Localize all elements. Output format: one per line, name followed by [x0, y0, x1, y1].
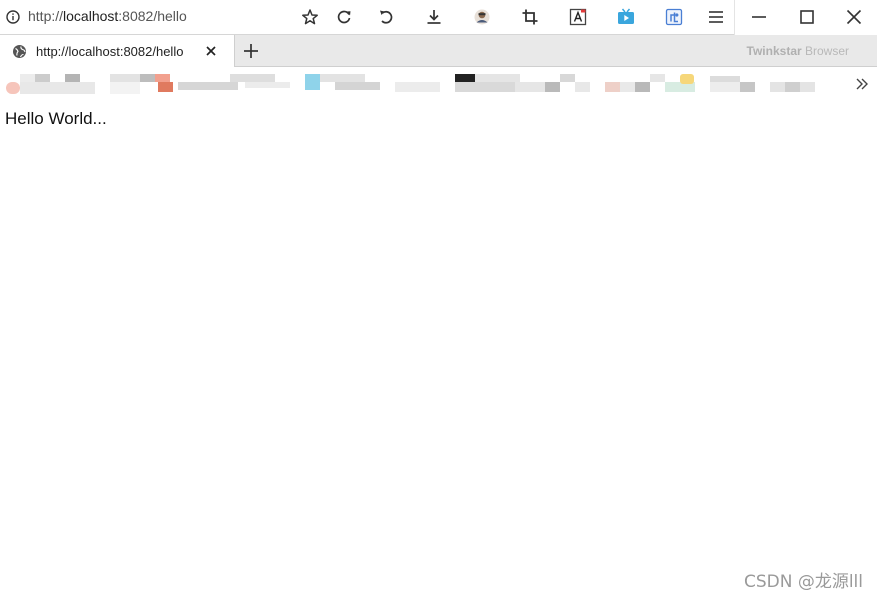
star-icon[interactable]	[300, 7, 320, 27]
bookmark-item[interactable]	[320, 74, 365, 82]
tv-icon[interactable]	[616, 7, 636, 27]
bookmark-item[interactable]	[680, 74, 694, 84]
bookmark-item[interactable]	[35, 74, 50, 82]
bookmark-item[interactable]	[20, 82, 95, 94]
undo-icon[interactable]	[376, 7, 396, 27]
bookmark-item[interactable]	[785, 82, 800, 92]
url-scheme: http://	[28, 8, 64, 24]
bookmark-item[interactable]	[110, 74, 140, 82]
address-bar-url[interactable]: http://localhost:8082/hello	[28, 8, 187, 24]
bookmark-item[interactable]	[455, 82, 515, 92]
maximize-icon[interactable]	[798, 8, 816, 26]
browser-toolbar: http://localhost:8082/hello	[0, 0, 877, 35]
bookmark-item[interactable]	[110, 82, 140, 94]
bookmark-item[interactable]	[6, 82, 20, 94]
translate-icon[interactable]	[568, 7, 588, 27]
bookmark-item[interactable]	[560, 74, 575, 82]
tab-localhost-hello[interactable]: http://localhost:8082/hello	[0, 35, 235, 67]
bookmark-item[interactable]	[140, 74, 155, 82]
url-path: :8082/hello	[118, 8, 187, 24]
bookmark-item[interactable]	[395, 82, 440, 92]
bookmark-item[interactable]	[335, 82, 380, 90]
page-content: Hello World... CSDN @龙源lll	[0, 100, 877, 600]
bookmark-item[interactable]	[635, 82, 650, 92]
window-controls	[734, 0, 877, 35]
tab-strip: http://localhost:8082/hello Twinkstar Br…	[0, 35, 877, 67]
brand-suffix: Browser	[801, 44, 849, 58]
bookmark-item[interactable]	[740, 82, 755, 92]
brand-name: Twinkstar	[746, 44, 802, 58]
bookmark-item[interactable]	[575, 82, 590, 92]
globe-icon	[13, 45, 26, 58]
chevron-double-right-icon[interactable]	[855, 77, 869, 91]
bookmarks-bar	[0, 68, 877, 100]
info-icon[interactable]	[6, 10, 20, 24]
download-icon[interactable]	[424, 7, 444, 27]
bookmark-item[interactable]	[455, 74, 475, 82]
bookmark-item[interactable]	[650, 74, 665, 82]
bookmark-item[interactable]	[65, 74, 80, 82]
crop-icon[interactable]	[520, 7, 540, 27]
menu-icon[interactable]	[706, 7, 726, 27]
bookmark-item[interactable]	[305, 74, 320, 90]
bookmark-item[interactable]	[620, 82, 635, 92]
tab-close-icon[interactable]	[205, 45, 217, 57]
new-tab-icon[interactable]	[242, 42, 260, 60]
url-host: localhost	[63, 8, 119, 24]
bookmark-item[interactable]	[158, 82, 173, 92]
watermark: CSDN @龙源lll	[743, 572, 863, 592]
page-body-text: Hello World...	[5, 109, 107, 128]
bookmark-item[interactable]	[245, 82, 290, 88]
browser-brand: Twinkstar Browser	[747, 44, 849, 58]
close-icon[interactable]	[845, 8, 863, 26]
bookmark-item[interactable]	[230, 74, 275, 82]
refresh-icon[interactable]	[334, 7, 354, 27]
bookmark-item[interactable]	[155, 74, 170, 82]
bookmark-item[interactable]	[475, 74, 520, 82]
minimize-icon[interactable]	[750, 8, 768, 26]
bookmark-item[interactable]	[178, 82, 238, 90]
puzzle-icon[interactable]	[664, 7, 684, 27]
bookmark-item[interactable]	[545, 82, 560, 92]
tab-title: http://localhost:8082/hello	[36, 44, 184, 59]
bookmark-item[interactable]	[605, 82, 620, 92]
avatar-icon[interactable]	[472, 7, 492, 27]
